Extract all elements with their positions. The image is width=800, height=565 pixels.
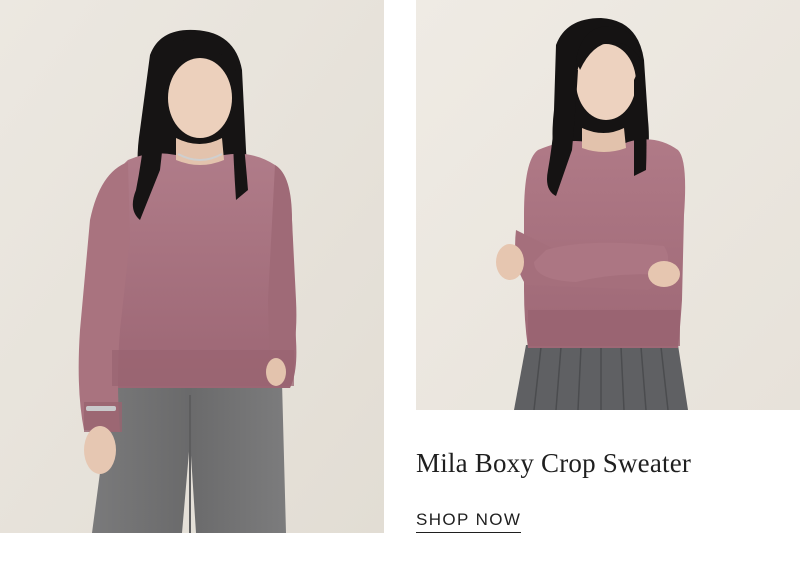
shop-now-link[interactable]: SHOP NOW: [416, 509, 522, 533]
model-front-illustration: [0, 0, 384, 533]
product-image-arms-crossed[interactable]: [416, 0, 800, 410]
model-arms-crossed-illustration: [416, 0, 800, 410]
product-promo-section: Mila Boxy Crop Sweater SHOP NOW: [0, 0, 800, 565]
product-image-front[interactable]: [0, 0, 384, 533]
product-title: Mila Boxy Crop Sweater: [416, 448, 692, 478]
